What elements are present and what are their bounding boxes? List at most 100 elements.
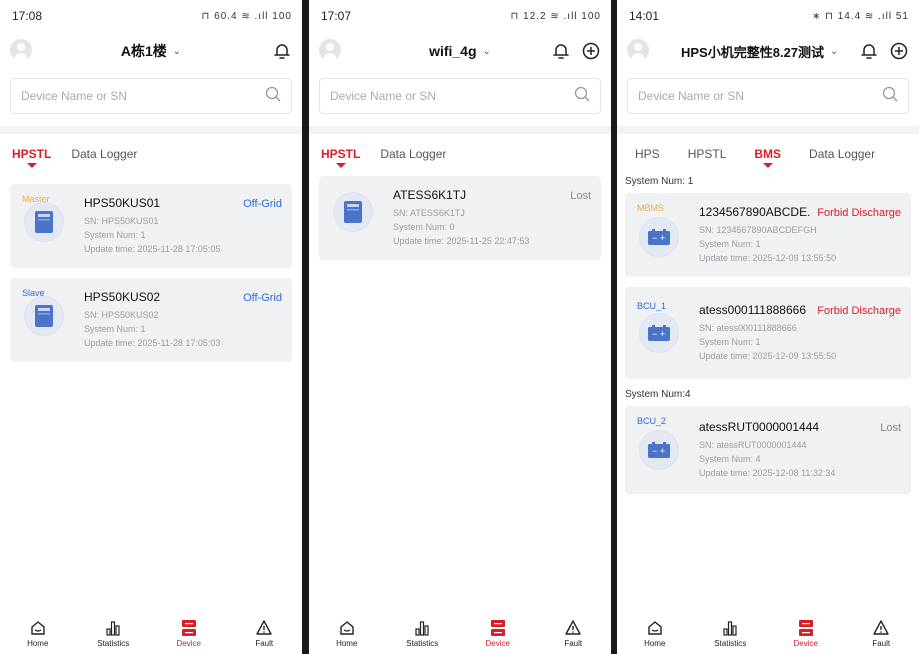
- device-name: atessRUT0000001444: [699, 420, 820, 434]
- nav-statistics[interactable]: Statistics: [392, 619, 452, 648]
- statistics-icon: [414, 619, 430, 637]
- bottom-nav: Home Statistics Device Fault: [0, 612, 302, 654]
- divider: [309, 126, 611, 134]
- device-system-num: System Num: 1: [84, 324, 146, 334]
- tab-bms[interactable]: BMS: [754, 134, 781, 174]
- divider: [617, 126, 919, 134]
- bell-icon[interactable]: [272, 40, 292, 62]
- device-name: 1234567890ABCDE...: [699, 205, 812, 219]
- tab-data-logger[interactable]: Data Logger: [71, 134, 137, 174]
- status-indicators: ∗ ⊓ 14.4 ≋ .ıll 51: [811, 10, 909, 22]
- avatar-icon[interactable]: [10, 39, 32, 61]
- nav-home[interactable]: Home: [317, 619, 377, 648]
- nav-statistics[interactable]: Statistics: [700, 619, 760, 648]
- bell-icon[interactable]: [551, 40, 571, 62]
- device-sn: SN: HPS50KUS02: [84, 310, 159, 320]
- tab-data-logger[interactable]: Data Logger: [380, 134, 446, 174]
- phone-screen-1: 17:08 ⊓ 60.4 ≋ .ıll 100 A栋1楼 ⌄ HPSTL: [0, 0, 302, 654]
- status-time: 17:07: [321, 9, 352, 23]
- system-group-label: System Num: 1: [625, 176, 694, 187]
- search-icon[interactable]: [574, 86, 590, 107]
- tab-hpstl[interactable]: HPSTL: [688, 134, 727, 174]
- tab-hpstl[interactable]: HPSTL: [12, 134, 51, 174]
- device-status: Off-Grid: [243, 198, 282, 210]
- device-icon: [181, 619, 196, 637]
- nav-fault[interactable]: Fault: [234, 619, 294, 648]
- site-title: A栋1楼: [120, 43, 167, 59]
- site-selector[interactable]: A栋1楼 ⌄: [121, 41, 181, 61]
- nav-home[interactable]: Home: [625, 619, 685, 648]
- device-update-time: Update time: 2025-12-09 13:55:50: [699, 253, 837, 263]
- device-name: HPS50KUS02: [84, 290, 161, 304]
- device-update-time: Update time: 2025-11-25 22:47:53: [393, 236, 530, 246]
- status-time: 14:01: [629, 9, 660, 23]
- tab-data-logger[interactable]: Data Logger: [809, 134, 875, 174]
- device-sn: SN: 1234567890ABCDEFGH: [699, 225, 817, 235]
- device-card[interactable]: BCU_1 − + atess000111888666 Forbid Disch…: [625, 287, 911, 379]
- nav-fault[interactable]: Fault: [851, 619, 911, 648]
- tab-hps[interactable]: HPS: [635, 134, 660, 174]
- search-icon[interactable]: [882, 86, 898, 107]
- app-header: HPS小机完整性8.27测试 ⌄: [617, 32, 919, 70]
- search-input[interactable]: [21, 89, 221, 103]
- battery-icon: − +: [639, 313, 679, 353]
- nav-fault-label: Fault: [255, 638, 274, 648]
- system-group-label: System Num:4: [625, 389, 691, 400]
- search-bar[interactable]: [627, 78, 909, 114]
- device-name: HPS50KUS01: [84, 196, 161, 210]
- app-header: A栋1楼 ⌄: [0, 32, 302, 70]
- tab-hpstl[interactable]: HPSTL: [321, 134, 360, 174]
- plus-circle-icon[interactable]: [581, 40, 601, 62]
- divider: [0, 126, 302, 134]
- search-bar[interactable]: [319, 78, 601, 114]
- device-status: Off-Grid: [243, 292, 282, 304]
- plus-circle-icon[interactable]: [889, 40, 909, 62]
- svg-text:− +: − +: [652, 329, 665, 339]
- fault-icon: [873, 619, 889, 637]
- svg-text:− +: − +: [652, 446, 665, 456]
- nav-statistics-label: Statistics: [714, 638, 747, 648]
- device-status: Lost: [880, 422, 901, 434]
- nav-statistics[interactable]: Statistics: [83, 619, 143, 648]
- nav-home[interactable]: Home: [8, 619, 68, 648]
- device-role: BCU_2: [637, 416, 667, 426]
- search-icon[interactable]: [265, 86, 281, 107]
- device-sn: SN: ATESS6K1TJ: [393, 208, 465, 218]
- device-card[interactable]: BCU_2 − + atessRUT0000001444 Lost SN: at…: [625, 406, 911, 494]
- device-card[interactable]: ATESS6K1TJ Lost SN: ATESS6K1TJ System Nu…: [319, 176, 601, 260]
- device-system-num: System Num: 4: [699, 454, 761, 464]
- device-system-num: System Num: 0: [393, 222, 455, 232]
- status-bar: 17:07 ⊓ 12.2 ≋ .ıll 100: [309, 0, 611, 32]
- search-input[interactable]: [330, 89, 530, 103]
- device-type-tabs: HPSTL Data Logger: [0, 134, 302, 174]
- device-update-time: Update time: 2025-11-28 17:05:05: [84, 244, 221, 254]
- avatar-icon[interactable]: [627, 39, 649, 61]
- device-sn: SN: atess000111888666: [699, 323, 797, 333]
- device-type-tabs: HPS HPSTL BMS Data Logger: [617, 134, 919, 174]
- status-indicators: ⊓ 12.2 ≋ .ıll 100: [510, 10, 601, 22]
- nav-fault[interactable]: Fault: [543, 619, 603, 648]
- nav-device-label: Device: [485, 638, 510, 648]
- device-card[interactable]: Slave HPS50KUS02 Off-Grid SN: HPS50KUS02…: [10, 278, 292, 362]
- site-selector[interactable]: wifi_4g ⌄: [429, 43, 491, 59]
- nav-statistics-label: Statistics: [97, 638, 130, 648]
- home-icon: [30, 619, 46, 637]
- nav-device[interactable]: Device: [776, 619, 836, 648]
- device-name: atess000111888666: [699, 303, 806, 317]
- bell-icon[interactable]: [859, 40, 879, 62]
- device-card[interactable]: MBMS − + 1234567890ABCDE... Forbid Disch…: [625, 193, 911, 277]
- inverter-icon: [24, 296, 64, 336]
- device-update-time: Update time: 2025-12-09 13:55:50: [699, 351, 837, 361]
- device-card[interactable]: Master HPS50KUS01 Off-Grid SN: HPS50KUS0…: [10, 184, 292, 268]
- chevron-down-icon: ⌄: [830, 45, 839, 57]
- nav-device[interactable]: Device: [159, 619, 219, 648]
- site-selector[interactable]: HPS小机完整性8.27测试 ⌄: [681, 42, 838, 61]
- avatar-icon[interactable]: [319, 39, 341, 61]
- device-icon: [798, 619, 813, 637]
- status-bar: 14:01 ∗ ⊓ 14.4 ≋ .ıll 51: [617, 0, 919, 32]
- nav-device[interactable]: Device: [468, 619, 528, 648]
- search-bar[interactable]: [10, 78, 292, 114]
- svg-text:− +: − +: [652, 233, 665, 243]
- search-input[interactable]: [638, 89, 838, 103]
- device-status: Forbid Discharge: [817, 305, 901, 317]
